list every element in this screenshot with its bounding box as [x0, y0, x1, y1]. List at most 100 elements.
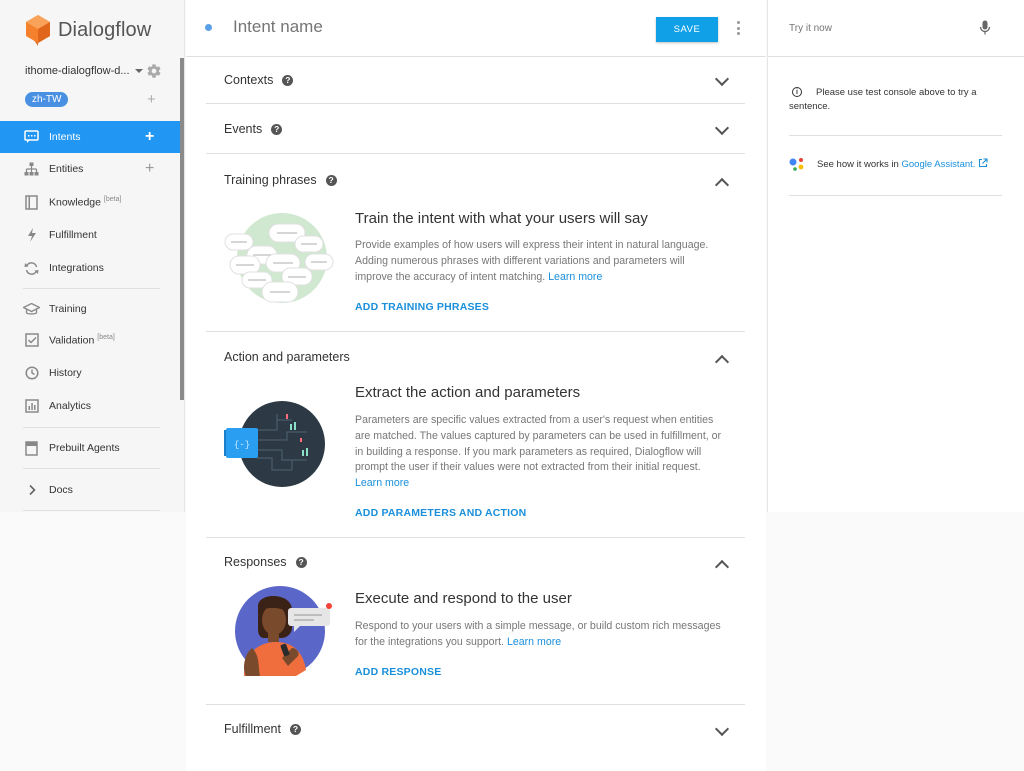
sidebar-item-label: Integrations [49, 262, 104, 274]
responses-illustration [235, 586, 332, 676]
panel-divider [789, 135, 1002, 136]
intent-status-dot [205, 24, 212, 31]
sidebar-item-integrations[interactable]: Integrations [0, 252, 181, 284]
responses-header[interactable]: Responses ? [224, 555, 307, 569]
training-phrases-illustration [224, 213, 334, 303]
help-icon[interactable]: ? [282, 74, 294, 86]
sidebar-item-docs[interactable]: Docs [0, 474, 181, 506]
chevron-up-icon[interactable] [714, 559, 730, 575]
add-response-button[interactable]: ADD RESPONSE [355, 666, 441, 678]
section-title: Events [224, 122, 263, 136]
bolt-icon [23, 227, 40, 244]
learn-more-link[interactable]: Learn more [507, 636, 561, 648]
caret-down-icon [134, 69, 143, 73]
events-header[interactable]: Events ? [224, 122, 283, 136]
info-text: Please use test console above to try a s… [789, 87, 977, 112]
fulfillment-header[interactable]: Fulfillment ? [224, 722, 301, 736]
sidebar-item-entities[interactable]: Entities + [0, 153, 181, 185]
help-icon[interactable]: ? [271, 123, 283, 135]
add-intent-plus-icon[interactable]: + [145, 129, 154, 145]
sidebar-item-training[interactable]: Training [0, 293, 181, 325]
dialogflow-logo[interactable]: Dialogflow [25, 14, 151, 46]
sidebar-item-fulfillment[interactable]: Fulfillment [0, 219, 181, 251]
sidebar-item-validation[interactable]: Validation [beta] [0, 324, 181, 356]
action-parameters-heading: Extract the action and parameters [355, 384, 581, 401]
agents-book-icon [23, 440, 40, 457]
gear-icon[interactable] [146, 63, 162, 79]
sidebar-scrollbar[interactable] [180, 58, 184, 400]
google-assistant-row: See how it works in Google Assistant. [789, 156, 1009, 172]
agent-selector[interactable]: ithome-dialogflow-d... [25, 63, 165, 79]
chevron-down-icon[interactable] [714, 721, 730, 737]
intent-editor: Contexts ? Events ? Training phrases ? T… [186, 57, 766, 771]
responses-description: Respond to your users with a simple mess… [355, 619, 725, 651]
fulfillment-section[interactable]: Fulfillment ? [206, 705, 745, 765]
book-icon [23, 194, 40, 211]
chevron-down-icon[interactable] [714, 120, 730, 136]
sidebar-item-analytics[interactable]: Analytics [0, 390, 181, 422]
training-phrases-description: Provide examples of how users will expre… [355, 238, 725, 285]
section-title: Training phrases [224, 173, 317, 187]
section-title: Action and parameters [224, 350, 350, 364]
beta-tag: [beta] [97, 333, 115, 341]
sidebar-item-label: Fulfillment [49, 229, 97, 241]
intent-name-input[interactable] [233, 17, 613, 37]
contexts-header[interactable]: Contexts ? [224, 73, 294, 87]
try-it-now-bar [768, 0, 1024, 57]
google-assistant-text: See how it works in Google Assistant. [817, 158, 988, 170]
sidebar-item-prebuilt-agents[interactable]: Prebuilt Agents [0, 432, 181, 464]
section-title: Contexts [224, 73, 274, 87]
add-training-phrases-button[interactable]: ADD TRAINING PHRASES [355, 301, 489, 313]
learn-more-link[interactable]: Learn more [548, 271, 602, 283]
try-it-now-input[interactable] [789, 23, 969, 34]
bar-chart-icon [23, 398, 40, 415]
sidebar-item-knowledge[interactable]: Knowledge [beta] [0, 186, 181, 218]
section-title: Responses [224, 555, 287, 569]
sidebar-item-label: History [49, 367, 82, 379]
action-parameters-section: Action and parameters {-} Extract the ac… [206, 332, 745, 538]
external-link-icon[interactable] [978, 158, 988, 168]
graduation-cap-icon [23, 301, 40, 318]
add-parameters-action-button[interactable]: ADD PARAMETERS AND ACTION [355, 507, 526, 519]
beta-tag: [beta] [103, 195, 122, 203]
sidebar-item-label: Docs [49, 484, 73, 496]
sidebar-divider [23, 427, 160, 428]
chevron-down-icon[interactable] [714, 71, 730, 87]
clock-icon [23, 365, 40, 382]
responses-section: Responses ? Execute and respond to the u… [206, 538, 745, 705]
events-section[interactable]: Events ? [206, 104, 745, 154]
chat-icon [23, 129, 40, 146]
chevron-up-icon[interactable] [714, 354, 730, 370]
add-language-plus-icon[interactable]: + [147, 92, 156, 107]
help-icon[interactable]: ? [289, 723, 301, 735]
chevron-up-icon[interactable] [714, 177, 730, 193]
language-badge[interactable]: zh-TW [25, 92, 69, 107]
svg-text:{-}: {-} [234, 440, 250, 450]
action-parameters-header[interactable]: Action and parameters [224, 350, 350, 364]
save-button[interactable]: SAVE [656, 17, 718, 42]
google-assistant-link[interactable]: Google Assistant. [901, 159, 975, 170]
sidebar-divider [23, 288, 160, 289]
google-assistant-icon [789, 158, 804, 171]
microphone-icon[interactable] [979, 20, 991, 36]
sidebar-item-label: Entities [49, 163, 84, 175]
sidebar-divider [23, 510, 160, 511]
sync-icon [23, 260, 40, 277]
more-vert-icon[interactable] [734, 21, 742, 35]
add-entity-plus-icon[interactable]: + [145, 161, 154, 177]
help-icon[interactable]: ? [325, 174, 337, 186]
training-phrases-header[interactable]: Training phrases ? [224, 173, 337, 187]
learn-more-link[interactable]: Learn more [355, 477, 409, 489]
action-parameters-illustration: {-} [224, 401, 325, 487]
panel-divider [789, 195, 1002, 196]
description-text: Provide examples of how users will expre… [355, 239, 709, 283]
action-parameters-description: Parameters are specific values extracted… [355, 413, 725, 492]
sidebar-item-label: Intents [49, 131, 81, 143]
sidebar-item-history[interactable]: History [0, 357, 181, 389]
intent-header: SAVE [186, 0, 766, 57]
contexts-section[interactable]: Contexts ? [206, 57, 745, 104]
test-console-panel: i Please use test console above to try a… [767, 0, 1024, 512]
help-icon[interactable]: ? [295, 556, 307, 568]
sidebar-item-intents[interactable]: Intents + [0, 121, 181, 153]
chevron-right-icon [23, 482, 40, 499]
